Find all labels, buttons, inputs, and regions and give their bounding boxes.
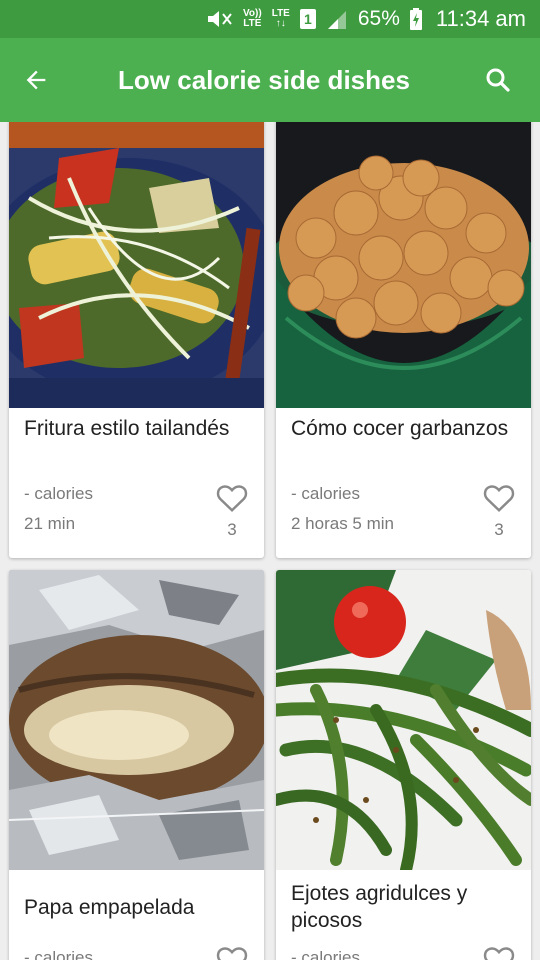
arrow-back-icon [26,70,46,90]
recipe-title: Ejotes agridulces y picosos [291,882,468,932]
recipe-card[interactable]: Fritura estilo tailandés - calories 21 m… [9,122,264,558]
recipe-card[interactable]: Cómo cocer garbanzos - calories 2 horas … [276,122,531,558]
battery-charging-icon [409,8,422,30]
likes-count: 3 [227,520,237,539]
lte-bottom-text: ↑↓ [275,18,286,29]
chickpeas-bowl-photo [276,122,531,408]
recipe-image [9,122,264,408]
sim-icon: 1 [299,9,316,29]
recipe-image [9,570,264,870]
heart-icon[interactable] [482,483,516,513]
recipe-calories: - calories [291,484,360,503]
search-icon [486,68,510,92]
heart-icon[interactable] [215,483,249,513]
page-title: Low calorie side dishes [118,64,410,95]
recipe-image [276,570,531,870]
volte-bottom-text: LTE [243,18,262,29]
green-beans-photo [276,570,531,870]
heart-icon[interactable] [215,945,249,960]
recipe-time: 21 min [24,514,76,533]
heart-icon[interactable] [482,945,516,960]
search-button[interactable] [456,38,540,122]
app-bar: Low calorie side dishes [0,38,540,122]
recipe-calories: - calories [24,948,93,960]
recipe-title: Fritura estilo tailandés [24,417,230,440]
volte-icon: Vo)) LTE [243,9,262,29]
foil-potato-photo [9,570,264,870]
back-button[interactable] [0,38,72,122]
recipe-calories: - calories [24,484,93,503]
recipe-image [276,122,531,408]
clock: 11:34 am [435,6,526,31]
battery-percent: 65% [357,7,400,30]
signal-icon [326,9,348,29]
recipe-title: Cómo cocer garbanzos [291,417,509,440]
recipe-calories: - calories [291,948,360,960]
thai-stir-fry-photo [9,122,264,408]
likes-count: 3 [494,520,504,539]
recipe-title: Papa empapelada [24,896,195,919]
status-bar: Vo)) LTE LTE ↑↓ 1 65% 11:34 am [0,0,540,38]
recipe-grid: Fritura estilo tailandés - calories 21 m… [0,122,540,960]
recipe-card[interactable]: Ejotes agridulces y picosos - calories [276,570,531,960]
recipe-card[interactable]: Papa empapelada - calories [9,570,264,960]
mute-icon [205,8,233,30]
sim-number: 1 [303,11,312,27]
lte-data-icon: LTE ↑↓ [272,9,290,29]
recipe-time: 2 horas 5 min [291,514,394,533]
